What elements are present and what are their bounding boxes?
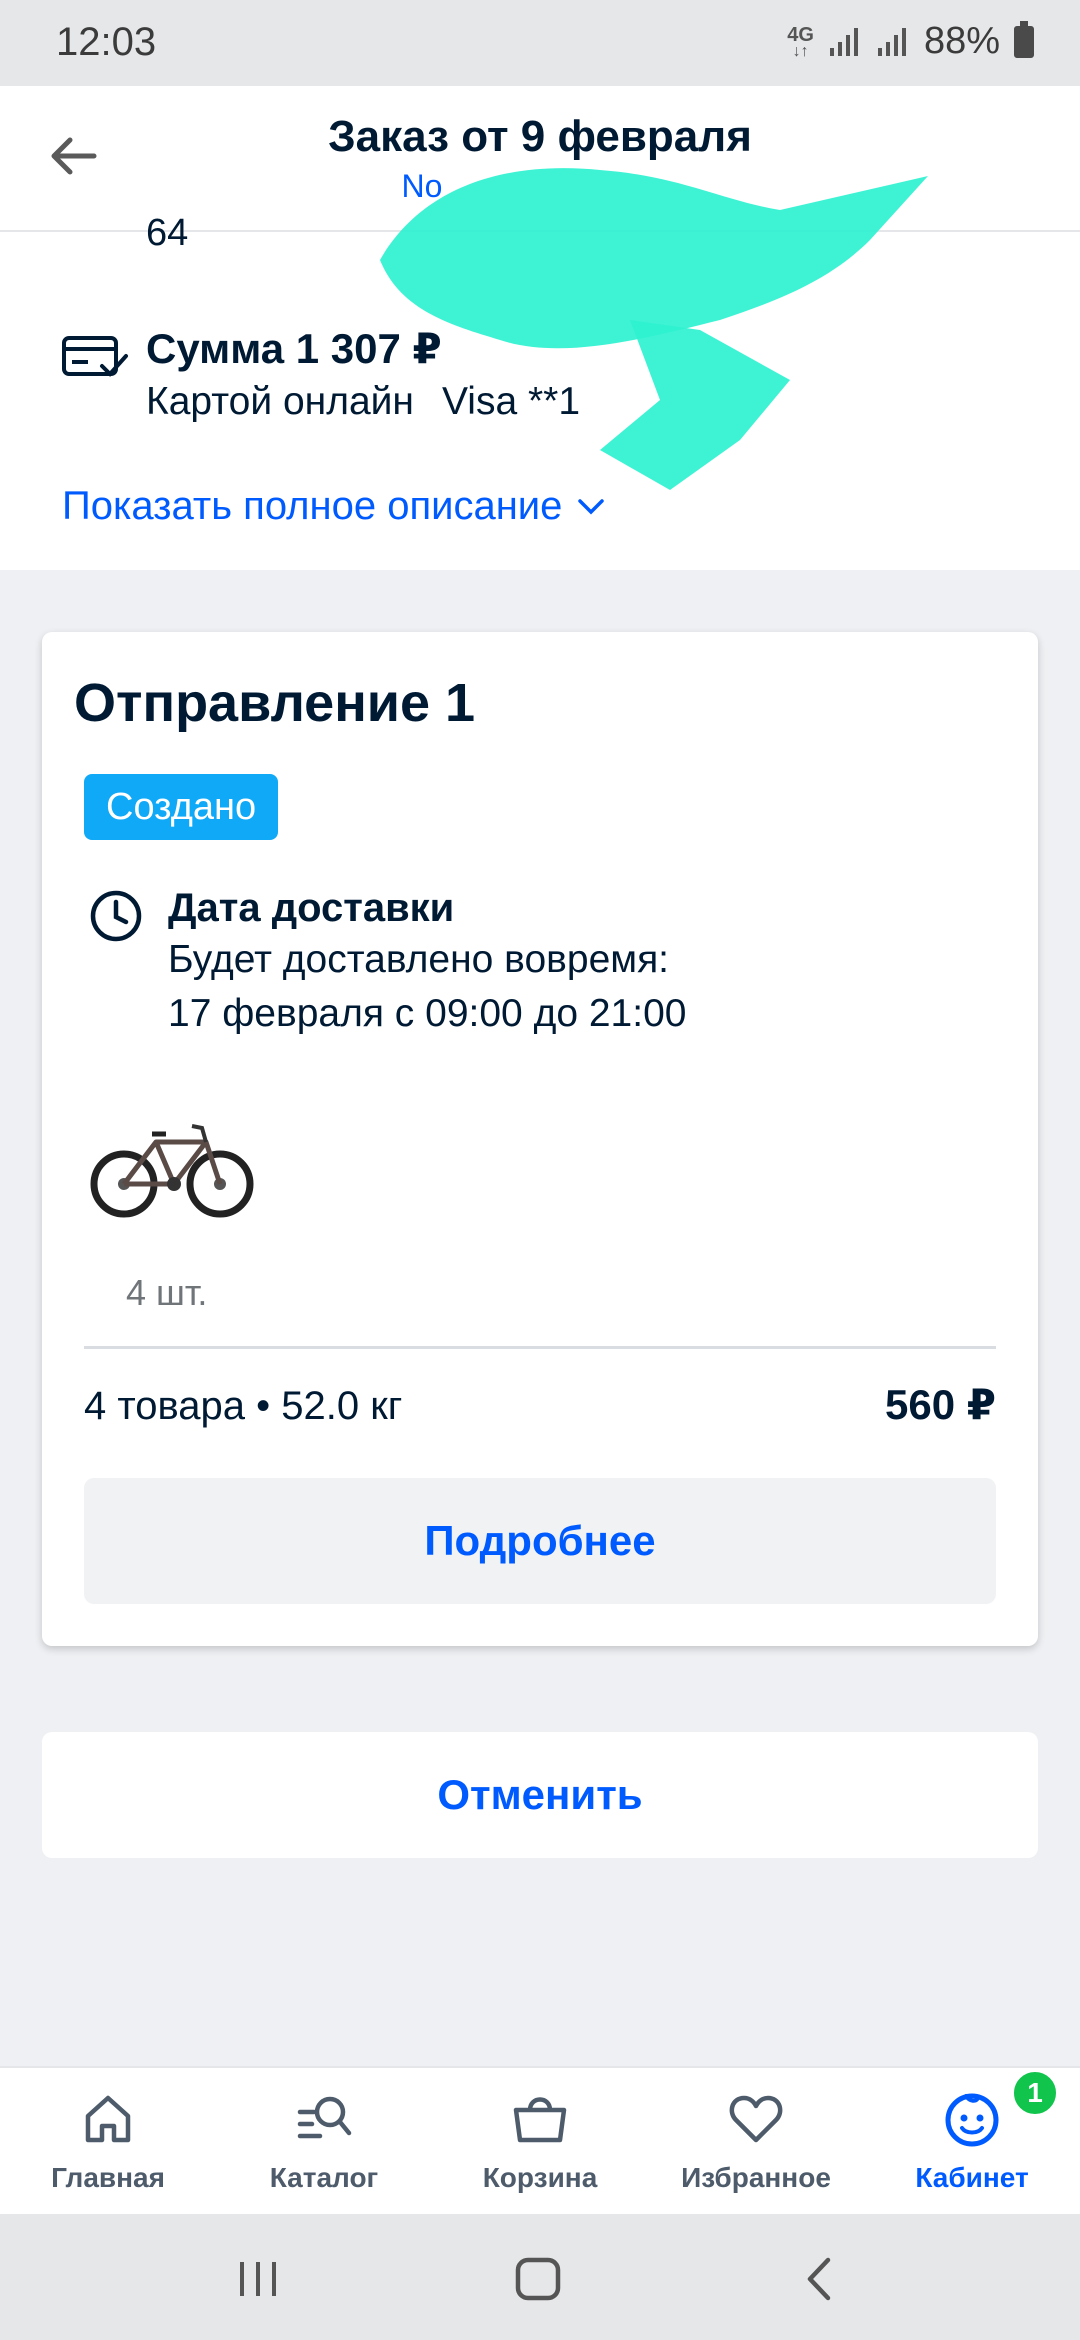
order-number[interactable]: No — [0, 168, 1080, 205]
shipment-card: Отправление 1 Создано Дата доставки Буде… — [42, 632, 1038, 1646]
profile-face-icon — [945, 2093, 999, 2147]
card-check-icon — [62, 336, 128, 377]
nav-item-cabinet[interactable]: 1 Кабинет — [864, 2068, 1080, 2216]
recent-apps-icon[interactable] — [228, 2254, 288, 2304]
system-nav-bar — [0, 2214, 1080, 2340]
delivery-window: 17 февраля с 09:00 до 21:00 — [168, 992, 687, 1035]
nav-item-favorites[interactable]: Избранное — [648, 2068, 864, 2216]
details-button[interactable]: Подробнее — [84, 1478, 996, 1604]
status-badge: Создано — [84, 774, 279, 840]
page-title: Заказ от 9 февраля — [328, 112, 752, 161]
network-type: 4G ↓↑ — [787, 23, 814, 60]
show-full-description-link[interactable]: Показать полное описание — [62, 484, 606, 529]
delivery-date-title: Дата доставки — [168, 886, 455, 930]
payment-info: Картой онлайн Visa **1 — [146, 380, 580, 424]
basket-icon — [513, 2097, 567, 2143]
divider — [84, 1346, 996, 1349]
item-quantity: 4 шт. — [126, 1272, 208, 1313]
battery-icon — [1014, 20, 1034, 58]
battery-percent: 88% — [923, 20, 1000, 62]
items-weight-summary: 4 товара • 52.0 кг — [84, 1384, 403, 1428]
signal-icon-2 — [877, 27, 906, 56]
home-button-icon[interactable] — [508, 2254, 568, 2304]
signal-icon — [829, 27, 858, 56]
nav-item-cart[interactable]: Корзина — [432, 2068, 648, 2216]
bottom-nav: Главная Каталог Корзина Избранное 1 Каби… — [0, 2066, 1080, 2214]
cancel-order-button[interactable]: Отменить — [42, 1732, 1038, 1858]
shipment-title: Отправление 1 — [74, 673, 476, 733]
status-time: 12:03 — [56, 20, 157, 64]
bicycle-product-image[interactable] — [84, 1102, 260, 1232]
nav-item-home[interactable]: Главная — [0, 2068, 216, 2216]
home-icon — [85, 2095, 131, 2143]
card-number: Visa **1 — [441, 380, 581, 423]
shipment-price: 560 ₽ — [885, 1381, 996, 1428]
catalog-search-icon — [297, 2096, 352, 2139]
order-sum: Сумма 1 307 ₽ — [146, 325, 442, 372]
notification-badge: 1 — [1010, 2068, 1060, 2118]
chevron-down-icon — [578, 498, 605, 514]
status-indicators: 4G ↓↑ 88% — [787, 20, 1034, 63]
system-back-icon[interactable] — [790, 2254, 850, 2304]
payment-method: Картой онлайн — [146, 380, 414, 423]
order-summary: 64 Сумма 1 307 ₽ Картой онлайн Visa **1 П… — [0, 212, 1080, 570]
top-header: Заказ от 9 февраля No — [0, 86, 1080, 232]
status-bar: 12:03 4G ↓↑ 88% — [0, 0, 1080, 86]
address-tail: 64 — [146, 212, 189, 254]
delivery-note: Будет доставлено вовремя: — [168, 938, 670, 981]
heart-icon — [729, 2095, 783, 2143]
clock-icon — [90, 890, 142, 942]
nav-item-catalog[interactable]: Каталог — [216, 2068, 432, 2216]
